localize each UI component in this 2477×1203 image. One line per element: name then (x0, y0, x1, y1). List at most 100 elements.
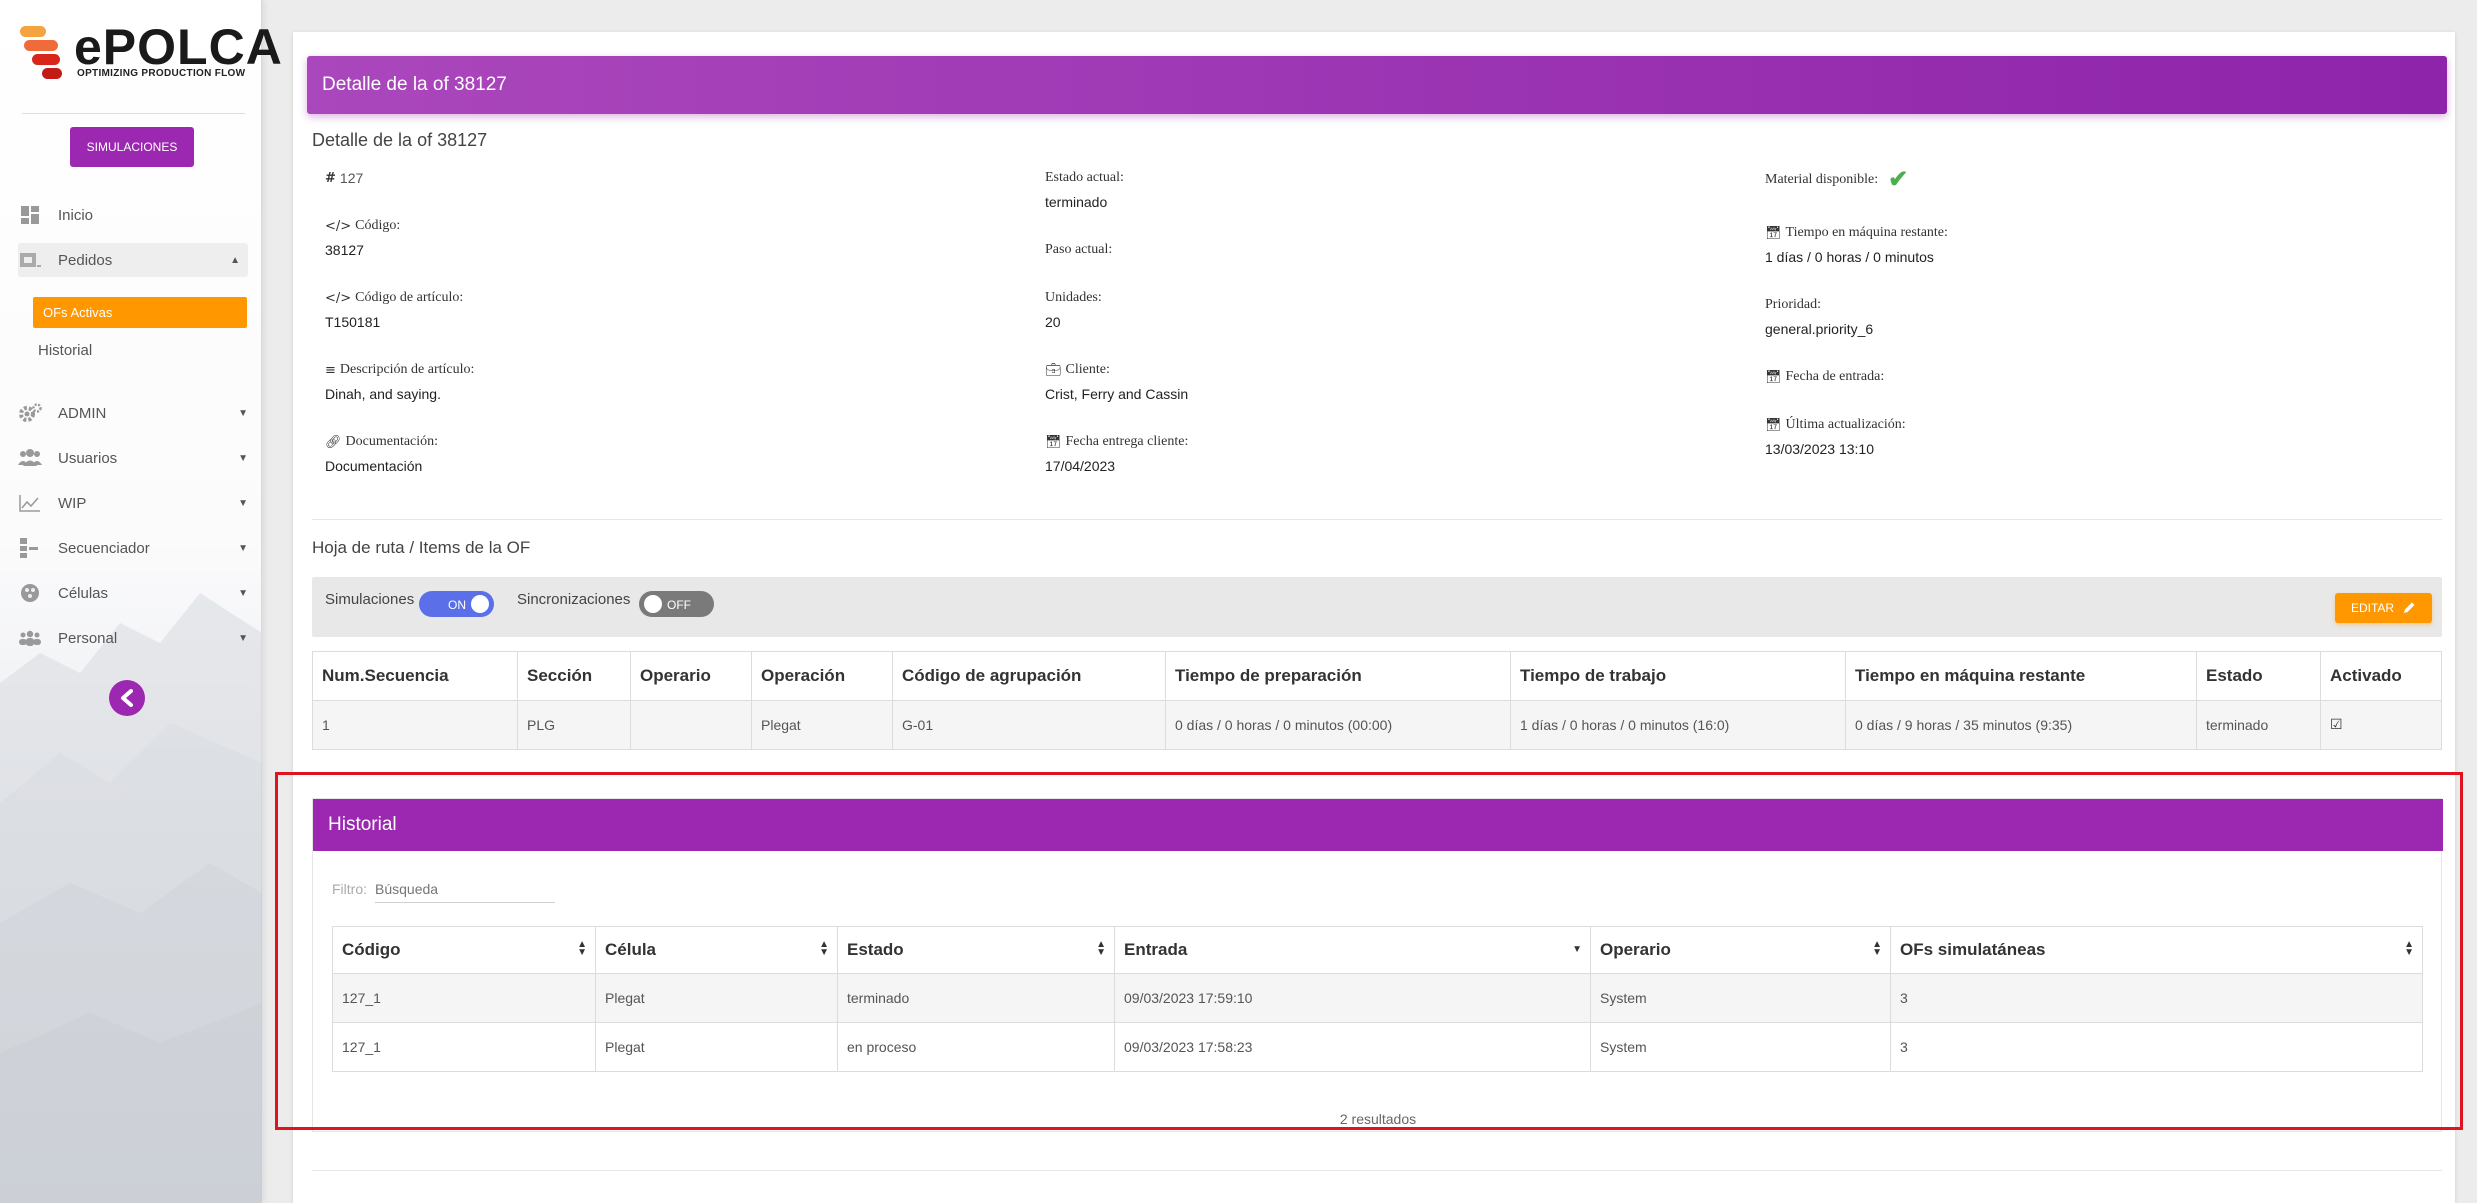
simulaciones-toggle[interactable]: ON (419, 591, 494, 617)
calendar-icon: 📅︎ (1765, 417, 1782, 433)
sidebar-divider (22, 113, 245, 114)
edit-label: EDITAR (2350, 601, 2395, 615)
field-label: Estado actual: (1045, 170, 1124, 185)
field-value[interactable]: Documentación (325, 458, 438, 474)
field-label: Paso actual: (1045, 242, 1113, 257)
table-cell (630, 700, 752, 750)
toggle-knob (644, 595, 662, 613)
field-value: T150181 (325, 314, 381, 330)
column-header: Activado (2320, 651, 2442, 701)
code-icon: </> (325, 218, 352, 234)
field-label: Material disponible: (1765, 172, 1879, 187)
details-section-title: Detalle de la of 38127 (312, 130, 488, 150)
sidebar-item-label: Usuarios (58, 449, 118, 467)
sidebar-item-wip[interactable]: WIP ▼ (18, 486, 248, 520)
field-paso-actual: Paso actual: (1045, 242, 1112, 266)
table-row[interactable]: 1 PLG Plegat G-01 0 días / 0 horas / 0 m… (312, 700, 2442, 750)
field-value: general.priority_6 (1765, 321, 1874, 337)
field-estado-actual: Estado actual: terminado (1045, 170, 1124, 210)
field-value: 17/04/2023 (1045, 458, 1116, 474)
link-icon: 🔗︎ (325, 434, 342, 450)
sidebar-subitem-ofs-activas[interactable]: OFs Activas (33, 297, 247, 328)
divider (312, 519, 2442, 520)
calendar-icon: 📅︎ (1045, 434, 1062, 450)
caret-down-icon: ▼ (238, 587, 248, 599)
sequencer-icon (18, 538, 42, 558)
pencil-icon (2404, 602, 2415, 613)
sidebar-item-inicio[interactable]: Inicio (18, 198, 248, 232)
table-cell: 0 días / 0 horas / 0 minutos (00:00) (1165, 700, 1511, 750)
users-icon (18, 448, 42, 468)
caret-down-icon: ▼ (238, 407, 248, 419)
field-label: Cliente: (1065, 362, 1110, 377)
sidebar-item-label: WIP (58, 494, 87, 512)
sidebar-item-label: ADMIN (58, 404, 107, 422)
column-header: Sección (517, 651, 631, 701)
field-codigo-articulo: </> Código de artículo: T150181 (325, 290, 463, 330)
column-header: Código de agrupación (892, 651, 1166, 701)
check-icon: ✔ (1888, 167, 1909, 193)
table-cell: terminado (2196, 700, 2321, 750)
sidebar-subitem-historial[interactable]: Historial (38, 342, 92, 359)
column-header: Tiempo de preparación (1165, 651, 1511, 701)
toggle-knob (471, 595, 489, 613)
caret-down-icon: ▼ (238, 452, 248, 464)
activated-checkbox[interactable]: ☑ (2320, 700, 2442, 750)
field-label: Tiempo en máquina restante: (1785, 225, 1948, 240)
id-value: 127 (339, 170, 364, 186)
sidebar-item-label: Pedidos (58, 251, 113, 269)
divider (312, 1170, 2442, 1171)
dashboard-icon (18, 205, 42, 225)
column-header: Tiempo en máquina restante (1845, 651, 2197, 701)
field-value: Dinah, and saying. (325, 386, 441, 402)
field-prioridad: Prioridad: general.priority_6 (1765, 297, 1873, 337)
field-label: Documentación: (345, 434, 439, 449)
page-title: Detalle de la of 38127 (307, 56, 2447, 114)
toggle-state: ON (448, 598, 466, 612)
epolca-logo[interactable]: ePOLCA OPTIMIZING PRODUCTION FLOW (20, 19, 282, 84)
sidebar-item-personal[interactable]: Personal ▼ (18, 621, 248, 655)
sidebar: ePOLCA OPTIMIZING PRODUCTION FLOW SIMULA… (0, 0, 282, 1203)
field-value: Crist, Ferry and Cassin (1045, 386, 1189, 402)
sidebar-item-label: Inicio (58, 206, 94, 224)
sidebar-item-celulas[interactable]: Células ▼ (18, 576, 248, 610)
edit-button[interactable]: EDITAR (2335, 593, 2432, 623)
highlight-box (275, 772, 2463, 1130)
order-details: #127 </> Código: 38127 </> Código de artíc… (312, 167, 2442, 520)
field-fecha-entrega: 📅︎ Fecha entrega cliente: 17/04/2023 (1045, 434, 1188, 474)
table-cell: PLG (517, 700, 631, 750)
table-cell: 1 (312, 700, 518, 750)
table-cell: 1 días / 0 horas / 0 minutos (16:0) (1510, 700, 1846, 750)
caret-down-icon: ▼ (238, 542, 248, 554)
toggle-state: OFF (667, 598, 691, 612)
field-label: Código: (355, 218, 401, 233)
table-header-row: Num.Secuencia Sección Operario Operación… (312, 651, 2442, 701)
sidebar-item-admin[interactable]: ADMIN ▼ (18, 396, 248, 430)
calendar-icon: 📅︎ (1765, 225, 1782, 241)
sidebar-item-pedidos[interactable]: Pedidos ▲ (18, 243, 248, 277)
field-label: Última actualización: (1785, 417, 1906, 432)
column-header: Operario (630, 651, 752, 701)
field-fecha-entrada: 📅︎ Fecha de entrada: (1765, 369, 1884, 393)
field-value: 38127 (325, 242, 364, 258)
field-ultima-actualizacion: 📅︎ Última actualización: 13/03/2023 13:10 (1765, 417, 1906, 457)
briefcase-icon: 💼︎ (1045, 362, 1062, 378)
people-icon (18, 628, 42, 648)
cells-icon (18, 583, 42, 603)
field-label: Descripción de artículo: (339, 362, 475, 377)
field-label: Código de artículo: (355, 290, 464, 305)
table-cell: 0 días / 9 horas / 35 minutos (9:35) (1845, 700, 2197, 750)
sincronizaciones-toggle[interactable]: OFF (639, 591, 714, 617)
caret-down-icon: ▼ (238, 497, 248, 509)
field-unidades: Unidades: 20 (1045, 290, 1102, 330)
field-label: Fecha de entrada: (1785, 369, 1885, 384)
sidebar-item-usuarios[interactable]: Usuarios ▼ (18, 441, 248, 475)
field-material-disponible: Material disponible: ✔ (1765, 167, 1909, 193)
collapse-sidebar-button[interactable] (109, 680, 145, 716)
hash-icon: # (325, 170, 336, 186)
column-header: Tiempo de trabajo (1510, 651, 1846, 701)
sidebar-item-secuenciador[interactable]: Secuenciador ▼ (18, 531, 248, 565)
field-value: 20 (1045, 314, 1061, 330)
simulaciones-button[interactable]: SIMULACIONES (70, 127, 194, 167)
table-cell: Plegat (751, 700, 893, 750)
